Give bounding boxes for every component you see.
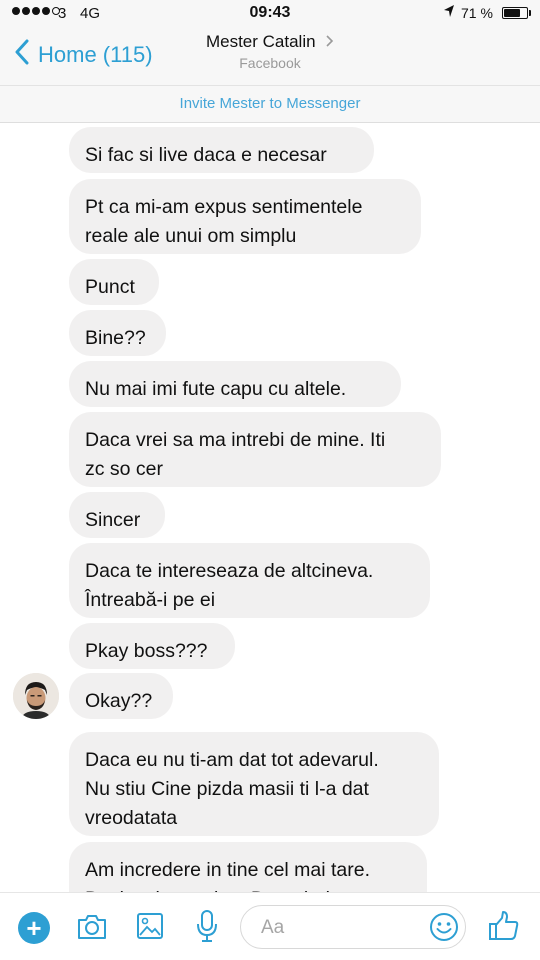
top-bar: 3 4G 09:43 71 % Home (115) Mester Catali… [0,0,540,85]
emoji-icon[interactable] [429,912,459,947]
message-bubble[interactable]: Bine?? [69,310,166,356]
clock: 09:43 [249,4,291,21]
microphone-icon[interactable] [195,909,219,948]
message-bubble[interactable]: Pt ca mi-am expus sentimentele reale ale… [69,179,421,254]
composer-bar: + [0,892,540,960]
contact-avatar[interactable] [13,673,59,719]
message-input-container[interactable] [240,905,466,949]
message-bubble[interactable]: Daca vrei sa ma intrebi de mine. Iti zc … [69,412,441,487]
status-bar: 3 4G 09:43 71 % [0,0,540,28]
chevron-right-icon [326,34,334,51]
message-input[interactable] [259,915,423,941]
camera-icon[interactable] [76,913,108,946]
thumbs-up-icon[interactable] [488,910,520,947]
message-bubble[interactable]: Daca eu nu ti-am dat tot adevarul. Nu st… [69,732,439,836]
battery-tip [529,10,531,16]
message-bubble[interactable]: Okay?? [69,673,173,719]
message-bubble[interactable]: Am incredere in tine cel mai tare. Desi … [69,842,427,892]
message-bubble[interactable]: Pkay boss??? [69,623,235,669]
battery-icon [502,7,528,19]
invite-banner[interactable]: Invite Mester to Messenger [0,85,540,123]
plus-icon[interactable]: + [18,912,50,944]
image-icon[interactable] [136,911,164,946]
avatar-image [13,673,59,719]
message-bubble[interactable]: Punct [69,259,159,305]
contact-name: Mester Catalin [205,32,316,51]
battery-level [504,9,520,17]
message-bubble[interactable]: Si fac si live daca e necesar [69,127,374,173]
contact-subtitle: Facebook [239,55,301,71]
message-bubble[interactable]: Sincer [69,492,165,538]
conversation-title[interactable]: Mester Catalin Facebook [0,32,540,71]
invite-label: Invite Mester to Messenger [179,95,361,112]
message-bubble[interactable]: Nu mai imi fute capu cu altele. [69,361,401,407]
message-bubble[interactable]: Daca te intereseaza de altcineva. Întrea… [69,543,430,618]
location-arrow-icon [443,4,455,22]
message-thread[interactable]: Si fac si live daca e necesar Pt ca mi-a… [0,123,540,892]
battery-percent: 71 % [461,5,493,21]
